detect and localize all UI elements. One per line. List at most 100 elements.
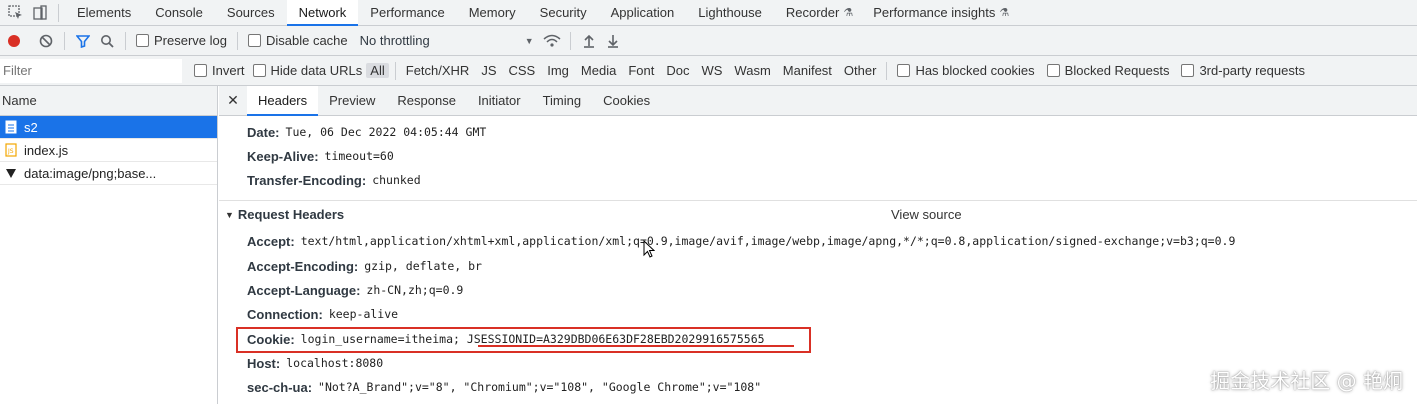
search-icon[interactable] xyxy=(95,29,119,53)
header-value: Tue, 06 Dec 2022 04:05:44 GMT xyxy=(285,125,487,139)
checkbox-box[interactable] xyxy=(1181,64,1195,77)
mouse-cursor-icon xyxy=(643,239,656,261)
import-har-icon[interactable] xyxy=(577,29,601,53)
blocked-requests-label: Blocked Requests xyxy=(1064,63,1170,78)
detail-tab-cookies[interactable]: Cookies xyxy=(592,86,661,116)
filter-type-all[interactable]: All xyxy=(366,63,389,78)
request-list: Name s2 JS index.js data:image/png;base.… xyxy=(0,86,218,404)
request-header-connection: Connection: keep-alive xyxy=(247,302,398,326)
checkbox-box[interactable] xyxy=(136,34,149,47)
response-header-date: Date: Tue, 06 Dec 2022 04:05:44 GMT xyxy=(247,120,486,144)
request-name: index.js xyxy=(24,142,69,158)
filter-icon[interactable] xyxy=(71,29,95,53)
filter-type-wasm[interactable]: Wasm xyxy=(730,63,774,78)
preserve-log-label: Preserve log xyxy=(154,33,227,48)
checkbox-box[interactable] xyxy=(194,64,207,77)
header-value: "Not?A_Brand";v="8", "Chromium";v="108",… xyxy=(318,380,762,394)
image-file-icon xyxy=(4,166,18,180)
record-icon[interactable] xyxy=(2,29,26,53)
tab-console[interactable]: Console xyxy=(143,0,215,26)
request-header-sec-ch-ua: sec-ch-ua: "Not?A_Brand";v="8", "Chromiu… xyxy=(247,375,761,399)
checkbox-box[interactable] xyxy=(1046,64,1060,77)
disable-cache-checkbox[interactable]: Disable cache xyxy=(247,33,348,48)
request-header-accept-encoding: Accept-Encoding: gzip, deflate, br xyxy=(247,254,482,278)
divider xyxy=(125,31,126,50)
experimental-flask-icon: ⚗ xyxy=(843,6,854,19)
filter-type-font[interactable]: Font xyxy=(624,63,658,78)
tab-memory[interactable]: Memory xyxy=(457,0,528,26)
detail-tabs: ✕ Headers Preview Response Initiator Timing C… xyxy=(219,85,1417,116)
cookie-highlight-box xyxy=(236,327,811,353)
tab-elements[interactable]: Elements xyxy=(65,0,143,26)
blocked-requests-checkbox[interactable]: Blocked Requests xyxy=(1046,63,1170,78)
request-row-s2[interactable]: s2 xyxy=(0,116,217,139)
hide-data-urls-checkbox[interactable]: Hide data URLs xyxy=(252,63,363,78)
tab-application[interactable]: Application xyxy=(599,0,687,26)
clear-icon[interactable] xyxy=(34,29,58,53)
checkbox-box[interactable] xyxy=(897,64,911,77)
network-conditions-icon[interactable] xyxy=(540,29,564,53)
script-file-icon: JS xyxy=(4,143,18,157)
close-icon[interactable]: ✕ xyxy=(219,92,247,109)
filter-type-css[interactable]: CSS xyxy=(505,63,540,78)
filter-type-ws[interactable]: WS xyxy=(697,63,726,78)
filter-type-manifest[interactable]: Manifest xyxy=(779,63,836,78)
has-blocked-cookies-checkbox[interactable]: Has blocked cookies xyxy=(897,63,1035,78)
detail-tab-preview[interactable]: Preview xyxy=(318,86,386,116)
filter-type-img[interactable]: Img xyxy=(543,63,573,78)
inspect-element-icon[interactable] xyxy=(4,1,28,25)
tab-performance-insights[interactable]: Performance insights xyxy=(861,0,1007,26)
hide-data-urls-label: Hide data URLs xyxy=(270,63,363,78)
detail-tab-timing[interactable]: Timing xyxy=(532,86,593,116)
filter-type-media[interactable]: Media xyxy=(577,63,620,78)
export-har-icon[interactable] xyxy=(601,29,625,53)
header-value: localhost:8080 xyxy=(286,356,384,370)
header-value: keep-alive xyxy=(328,307,399,321)
filter-type-doc[interactable]: Doc xyxy=(662,63,693,78)
header-value: zh-CN,zh;q=0.9 xyxy=(366,283,464,297)
third-party-requests-label: 3rd-party requests xyxy=(1199,63,1305,78)
filter-type-js[interactable]: JS xyxy=(477,63,500,78)
disable-cache-label: Disable cache xyxy=(265,33,348,48)
request-name: s2 xyxy=(24,119,38,135)
view-source-link[interactable]: View source xyxy=(891,207,962,222)
request-headers-section-header[interactable]: ▼ Request Headers View source xyxy=(219,200,1417,228)
filter-type-fetch-xhr[interactable]: Fetch/XHR xyxy=(402,63,474,78)
tab-security[interactable]: Security xyxy=(528,0,599,26)
divider xyxy=(886,61,888,80)
throttling-value: No throttling xyxy=(359,33,430,48)
header-key: Accept-Language: xyxy=(247,282,361,298)
request-row-data-image[interactable]: data:image/png;base... xyxy=(0,162,217,185)
resource-type-filters: All Fetch/XHR JS CSS Img Media Font Doc WS Wasm Ma… xyxy=(366,61,881,80)
invert-label: Invert xyxy=(212,63,245,78)
header-key: Accept: xyxy=(247,233,295,249)
third-party-requests-checkbox[interactable]: 3rd-party requests xyxy=(1181,63,1305,78)
chevron-down-icon: ▼ xyxy=(524,35,534,46)
preserve-log-checkbox[interactable]: Preserve log xyxy=(136,33,227,48)
detail-tab-initiator[interactable]: Initiator xyxy=(467,86,532,116)
request-row-index-js[interactable]: JS index.js xyxy=(0,139,217,162)
tab-recorder[interactable]: Recorder xyxy=(774,0,851,26)
header-key: Transfer-Encoding: xyxy=(247,172,367,188)
svg-text:JS: JS xyxy=(7,148,14,155)
checkbox-box[interactable] xyxy=(247,34,261,47)
tab-performance[interactable]: Performance xyxy=(358,0,456,26)
has-blocked-cookies-label: Has blocked cookies xyxy=(915,63,1035,78)
tab-network[interactable]: Network xyxy=(286,0,359,26)
throttling-select[interactable]: No throttling ▼ xyxy=(360,33,534,48)
request-name: data:image/png;base... xyxy=(24,165,157,181)
tab-sources[interactable]: Sources xyxy=(215,0,287,26)
name-column-header[interactable]: Name xyxy=(0,86,217,116)
header-key: Keep-Alive: xyxy=(247,148,319,164)
header-key: Connection: xyxy=(247,306,323,322)
detail-tab-response[interactable]: Response xyxy=(386,86,467,116)
watermark: 掘金技术社区 @ 艳炯 xyxy=(1210,369,1403,393)
invert-checkbox[interactable]: Invert xyxy=(194,63,245,78)
tab-lighthouse[interactable]: Lighthouse xyxy=(686,0,774,26)
checkbox-box[interactable] xyxy=(252,64,266,77)
filter-input[interactable] xyxy=(0,58,182,83)
device-toolbar-icon[interactable] xyxy=(28,1,52,25)
document-icon xyxy=(4,120,18,134)
detail-tab-headers[interactable]: Headers xyxy=(247,85,319,116)
filter-type-other[interactable]: Other xyxy=(840,63,881,78)
